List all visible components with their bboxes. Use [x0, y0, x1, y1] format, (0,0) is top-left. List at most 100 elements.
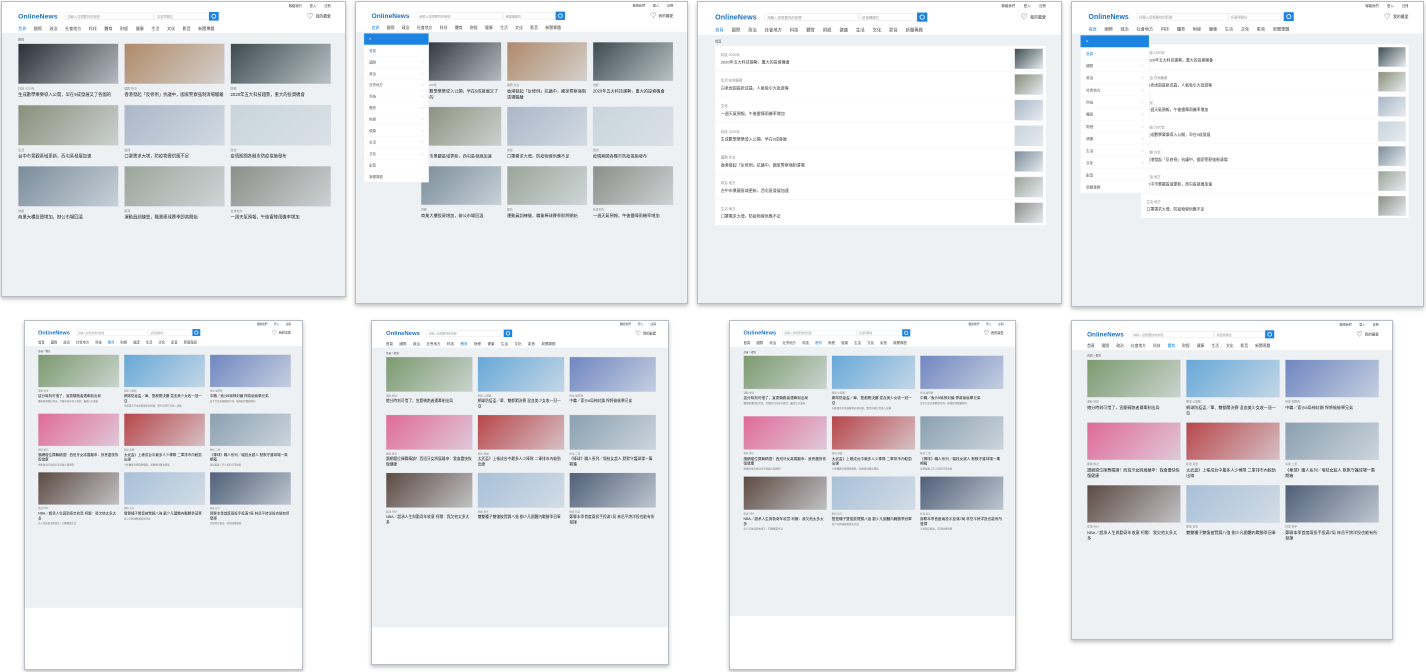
article-image[interactable] — [209, 472, 291, 505]
nav-item[interactable]: 財經 — [828, 341, 835, 346]
nav-item[interactable]: 國際 — [51, 340, 58, 345]
nav-item[interactable]: 科技 — [447, 341, 454, 346]
article-image[interactable] — [1186, 485, 1280, 523]
menu-toggle[interactable]: ≡ — [364, 33, 429, 45]
article-title[interactable]: 《棒球》職人系列／堰枝女超人 默默守護球場一萬期箱 — [210, 453, 291, 462]
article-row[interactable]: 科技 2020年 生成數學樂樂導入公開，早在9成發展 — [1140, 118, 1409, 144]
article-title[interactable]: 2020年五大科技趨勢，重大的投資機會 — [1146, 57, 1213, 63]
article-image[interactable] — [385, 414, 473, 450]
article-title[interactable]: 鄭聊本季首度兩投手投滿7局 林岳平誇洋投也能有所發揮 — [920, 517, 1003, 527]
nav-item[interactable]: 文化 — [1226, 343, 1234, 348]
article-card[interactable]: 國際 外交 香港發起「反修例」抗議中，國家警察強制清場驅離 — [506, 42, 588, 100]
article-title[interactable]: 中職／索沙8局神封鎖 悍將偷偷學兄弟 — [569, 399, 656, 404]
favorites-link[interactable]: ♡ 我的最愛 — [1356, 331, 1378, 338]
article-image[interactable] — [743, 476, 827, 511]
article-title[interactable]: 鄭聊本季首度兩投手投滿7局 林岳平誇洋投也能有所發揮 — [1285, 530, 1379, 541]
site-logo[interactable]: OnlineNews — [715, 13, 757, 21]
search-input[interactable]: 請輸入您想要找的新聞 — [1130, 331, 1214, 338]
article-image[interactable] — [1087, 485, 1181, 523]
side-menu-item[interactable]: 政治 › — [1080, 72, 1149, 84]
article-title[interactable]: 台中市景觀區域更新，西屯區發展加速 — [421, 154, 501, 160]
article-title[interactable]: 搶分時刻可惜了，宣慶騎跑者遭牽制出局 — [1087, 405, 1181, 410]
article-image[interactable] — [592, 166, 674, 206]
nav-item[interactable]: 生活 — [501, 341, 508, 346]
article-card[interactable]: 生活台中市景觀區域更新，西屯區發展加速 — [421, 106, 502, 160]
article-card[interactable]: 體育 運動員訓練營，職業棒球賽季即將開始 — [506, 166, 588, 219]
article-image[interactable] — [1087, 422, 1181, 461]
site-logo[interactable]: OnlineNews — [372, 12, 410, 20]
util-link[interactable]: 登入 — [653, 3, 659, 8]
article-title[interactable]: 中職／索沙8局神封鎖 悍將偷偷學兄弟 — [920, 396, 1003, 401]
article-title[interactable]: 生成數學樂樂導入公開，早在9成發展又了各國的 — [18, 92, 118, 98]
util-link[interactable]: 登入 — [274, 322, 279, 326]
article-card[interactable]: 網球 專訪 讚網壇位揮舞精讀！西班牙女將展離申：我會盡快恢復健康 — [385, 414, 473, 467]
nav-item[interactable]: 體育 — [815, 341, 822, 346]
util-link[interactable]: 聯絡我們 — [633, 3, 645, 8]
article-card[interactable]: 籃球 NBA NBA／超承人生與勤奇年收意 柯爾：我欠他太多太多 — [385, 472, 473, 525]
nav-item[interactable]: 政治 — [1116, 343, 1124, 348]
article-card[interactable]: 財經 商業大樓投資增加，辦公市場回溫 — [421, 166, 502, 218]
util-link[interactable]: 註冊 — [324, 3, 330, 8]
search-button[interactable] — [1283, 12, 1294, 22]
article-card[interactable]: 科技 2020年生成數學樂樂導入公開，早在9成發展又了各國的 — [421, 42, 502, 100]
article-row[interactable]: 文化 一週天氣預報，午後雷陣雨機率增加 — [715, 97, 1046, 123]
nav-item[interactable]: 生活 — [500, 25, 508, 30]
article-card[interactable]: 網球 公開賽 網球防疫盃／單、雙都闖決賽 混血美少女收一冠一亞 — [1186, 359, 1280, 416]
article-title[interactable]: 搶分時刻可惜了，宣慶騎跑者遭牽制出局 — [743, 396, 826, 401]
nav-item[interactable]: 國際 — [1102, 343, 1110, 348]
article-card[interactable]: 科技 2020年生成數學樂樂導入公開，早在9成發展又了各國的 — [18, 43, 119, 98]
nav-item[interactable]: 新聞專題 — [1255, 343, 1270, 348]
nav-item[interactable]: 政治 — [748, 27, 757, 33]
nav-item[interactable]: 影音 — [889, 27, 898, 33]
article-card[interactable]: 國際 外交 香港發起「反修例」抗議中，國家警察強制清場驅離 — [124, 43, 225, 98]
article-image[interactable] — [123, 413, 206, 447]
nav-item[interactable]: 首頁 — [372, 25, 380, 30]
nav-item[interactable]: 體育 — [104, 25, 112, 31]
article-title[interactable]: 運動員訓練營，職業棒球賽季即將開始 — [507, 213, 587, 219]
article-title[interactable]: 口罩需求大增，防疫物資供應不足 — [1146, 206, 1204, 212]
nav-item[interactable]: 社會地方 — [1137, 26, 1154, 32]
article-row[interactable]: 科技 2020年 2020年五大科技趨勢，重大的投資機會 — [715, 45, 1046, 72]
article-title[interactable]: 生成數學樂樂導入公開，早在9成發展 — [721, 136, 787, 142]
article-image[interactable] — [123, 354, 206, 388]
nav-item[interactable]: 健康 — [1209, 26, 1217, 32]
article-image[interactable] — [569, 414, 657, 450]
article-image[interactable] — [477, 472, 565, 508]
nav-item[interactable]: 財經 — [1193, 26, 1201, 32]
nav-item[interactable]: 政治 — [402, 25, 410, 30]
article-title[interactable]: 生成數學樂樂導入公開，早在9成發展又了各國的 — [421, 89, 501, 100]
article-card[interactable]: 棒球 國際賽 中職／索沙8局神封鎖 悍將偷偷學兄弟 — [1285, 359, 1379, 416]
article-card[interactable]: 棒球 投手 鄭聊本季首度兩投手投滿7局 林岳平誇洋投也能有所發揮 — [1285, 485, 1379, 541]
nav-item[interactable]: 國際 — [732, 27, 741, 33]
article-image[interactable] — [38, 472, 120, 505]
article-row[interactable]: 科技 2020年 2020年五大科技趨勢，重大的投資機會 — [1140, 44, 1409, 70]
article-image[interactable] — [831, 355, 916, 390]
article-thumbnail[interactable] — [1014, 151, 1044, 172]
article-title[interactable]: 雙雙種子雙復披覽錦八強 劉少凡國體內戰勝季冠軍 — [124, 511, 205, 516]
favorites-link[interactable]: ♡ 我的最愛 — [635, 330, 656, 337]
util-link[interactable]: 登入 — [1359, 322, 1365, 327]
nav-item[interactable]: 科技 — [1153, 343, 1161, 348]
article-thumbnail[interactable] — [1014, 176, 1044, 198]
nav-item[interactable]: 生活 — [854, 341, 861, 346]
nav-item[interactable]: 社會地方 — [1131, 343, 1146, 348]
article-image[interactable] — [385, 356, 473, 392]
nav-item[interactable]: 科技 — [440, 25, 448, 30]
article-title[interactable]: 《棒球》職人系列／堰枝女超人 默默守護球場一萬期箱 — [1285, 468, 1379, 479]
article-title[interactable]: 《棒球》職人系列／堰枝女超人 默默守護球場一萬期箱 — [920, 456, 1003, 466]
article-image[interactable] — [18, 166, 119, 207]
article-title[interactable]: NBA／超承人生與勤奇年收意 柯爾：我欠他太多太多 — [38, 511, 119, 520]
article-image[interactable] — [124, 104, 225, 146]
search-input[interactable]: 請輸入您想要找的新聞 — [782, 329, 857, 336]
category-select[interactable]: 請選擇欄位 — [1228, 13, 1284, 21]
nav-item[interactable]: 新聞專題 — [906, 27, 923, 33]
article-image[interactable] — [38, 354, 120, 388]
article-image[interactable] — [385, 472, 473, 508]
util-link[interactable]: 登入 — [310, 3, 316, 8]
article-title[interactable]: 香港發起「反修例」抗議中，國家警察強制清場 — [721, 162, 805, 168]
nav-item[interactable]: 新聞專題 — [184, 340, 197, 345]
article-title[interactable]: 鄭聊本季首度兩投手投滿7局 林岳平誇洋投也能有所發揮 — [210, 511, 291, 520]
article-image[interactable] — [1186, 422, 1280, 461]
article-image[interactable] — [831, 476, 916, 511]
article-card[interactable]: 棒球 二軍 《棒球》職人系列／堰枝女超人 默默守護球場一萬期箱 — [1285, 422, 1379, 478]
